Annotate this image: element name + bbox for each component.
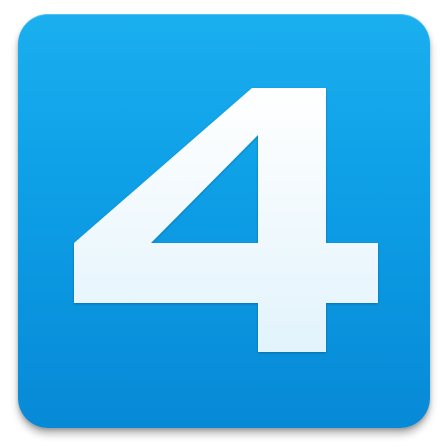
- four-icon: 4: [18, 14, 430, 428]
- app-icon-tile[interactable]: 4: [18, 14, 430, 428]
- app-icon-canvas: 4: [0, 0, 447, 447]
- four-glyph-shape: [74, 88, 378, 352]
